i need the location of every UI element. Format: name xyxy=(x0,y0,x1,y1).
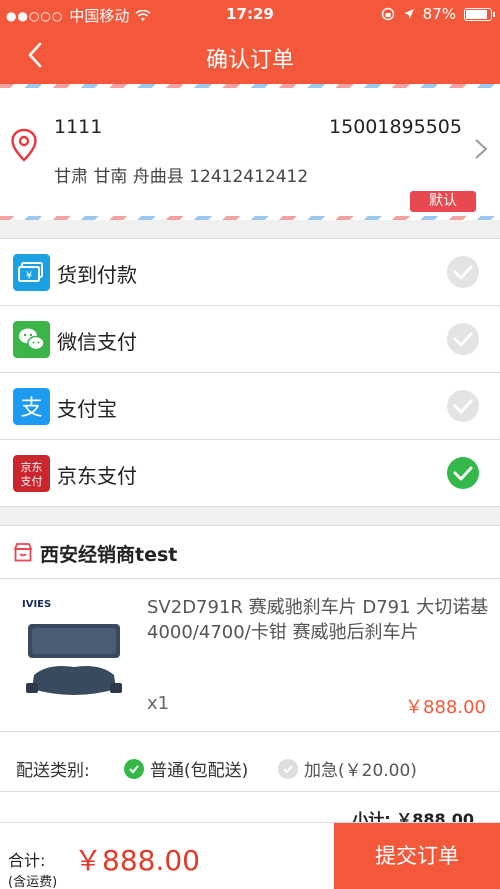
chevron-right-icon xyxy=(475,139,488,159)
payment-label: 微信支付 xyxy=(57,330,137,354)
svg-text:支付: 支付 xyxy=(21,475,43,488)
unchecked-circle-icon[interactable] xyxy=(446,389,480,423)
delivery-option-label: 普通(包配送) xyxy=(150,761,249,781)
total-sublabel: (含运费) xyxy=(8,875,58,889)
nav-bar: 确认订单 xyxy=(0,28,500,84)
checkout-bar: 合计: (含运费) ￥888.00 提交订单 xyxy=(0,822,500,889)
airmail-border xyxy=(0,216,500,220)
address-detail: 甘肃 甘南 舟曲县 12412412412 xyxy=(54,167,309,187)
payment-option-jdpay[interactable]: 京东 支付 京东支付 xyxy=(0,440,500,507)
delivery-option-express[interactable]: 加急(￥20.00) xyxy=(278,756,417,781)
cash-on-delivery-icon: ¥ xyxy=(13,254,50,291)
product-item[interactable]: IVIES SV2D791R 赛威驰刹车片 D791 大切诺基4000/4700… xyxy=(0,579,500,732)
alipay-icon: 支 xyxy=(13,388,50,425)
delivery-type: 配送类别: 普通(包配送) 加急(￥20.00) xyxy=(0,732,500,792)
svg-text:¥: ¥ xyxy=(26,271,32,282)
payment-option-cod[interactable]: ¥ 货到付款 xyxy=(0,239,500,306)
payment-label: 京东支付 xyxy=(57,464,137,488)
status-bar: ●●○○○ 中国移动 17:29 87% xyxy=(0,0,500,28)
delivery-label: 配送类别: xyxy=(16,761,90,781)
wechat-icon xyxy=(13,321,50,358)
rotation-lock-icon xyxy=(381,7,394,21)
delivery-option-standard[interactable]: 普通(包配送) xyxy=(124,756,248,781)
store-header: 西安经销商test xyxy=(0,525,500,579)
recipient-phone: 15001895505 xyxy=(329,116,462,138)
submit-order-button[interactable]: 提交订单 xyxy=(334,823,500,889)
product-image: IVIES xyxy=(18,597,130,715)
subtotal-row: 小计: ￥888.00 xyxy=(0,792,500,829)
unchecked-circle-icon[interactable] xyxy=(446,322,480,356)
battery-icon xyxy=(464,7,495,21)
checked-circle-icon xyxy=(124,758,144,779)
default-badge: 默认 xyxy=(410,191,476,212)
svg-text:支: 支 xyxy=(20,396,42,421)
airmail-border xyxy=(0,84,500,88)
unchecked-circle-icon xyxy=(278,758,298,779)
total-amount: ￥888.00 xyxy=(74,844,200,877)
delivery-option-label: 加急(￥20.00) xyxy=(304,761,417,781)
svg-text:IVIES: IVIES xyxy=(22,599,51,610)
payment-methods: ¥ 货到付款 微信支付 支 支付宝 京东 支付 京东支付 xyxy=(0,238,500,507)
recipient-name: 1111 xyxy=(54,116,103,138)
page-title: 确认订单 xyxy=(205,48,294,73)
battery-percent: 87% xyxy=(422,5,456,23)
checked-circle-icon[interactable] xyxy=(446,456,480,490)
payment-label: 货到付款 xyxy=(57,263,137,287)
jd-pay-icon: 京东 支付 xyxy=(13,455,50,492)
payment-option-alipay[interactable]: 支 支付宝 xyxy=(0,373,500,440)
shop-icon xyxy=(13,543,33,562)
product-price: ￥888.00 xyxy=(405,697,486,718)
address-card[interactable]: 1111 15001895505 甘肃 甘南 舟曲县 12412412412 默… xyxy=(0,84,500,220)
payment-label: 支付宝 xyxy=(57,397,117,421)
location-arrow-icon xyxy=(403,9,414,19)
total-label: 合计: xyxy=(8,851,46,870)
store-name: 西安经销商test xyxy=(40,544,178,566)
svg-text:京东: 京东 xyxy=(21,460,43,474)
unchecked-circle-icon[interactable] xyxy=(446,255,480,289)
product-quantity: x1 xyxy=(147,693,170,714)
payment-option-wechat[interactable]: 微信支付 xyxy=(0,306,500,373)
location-pin-icon xyxy=(11,128,37,162)
product-name: SV2D791R 赛威驰刹车片 D791 大切诺基4000/4700/卡钳 赛威… xyxy=(147,597,489,643)
